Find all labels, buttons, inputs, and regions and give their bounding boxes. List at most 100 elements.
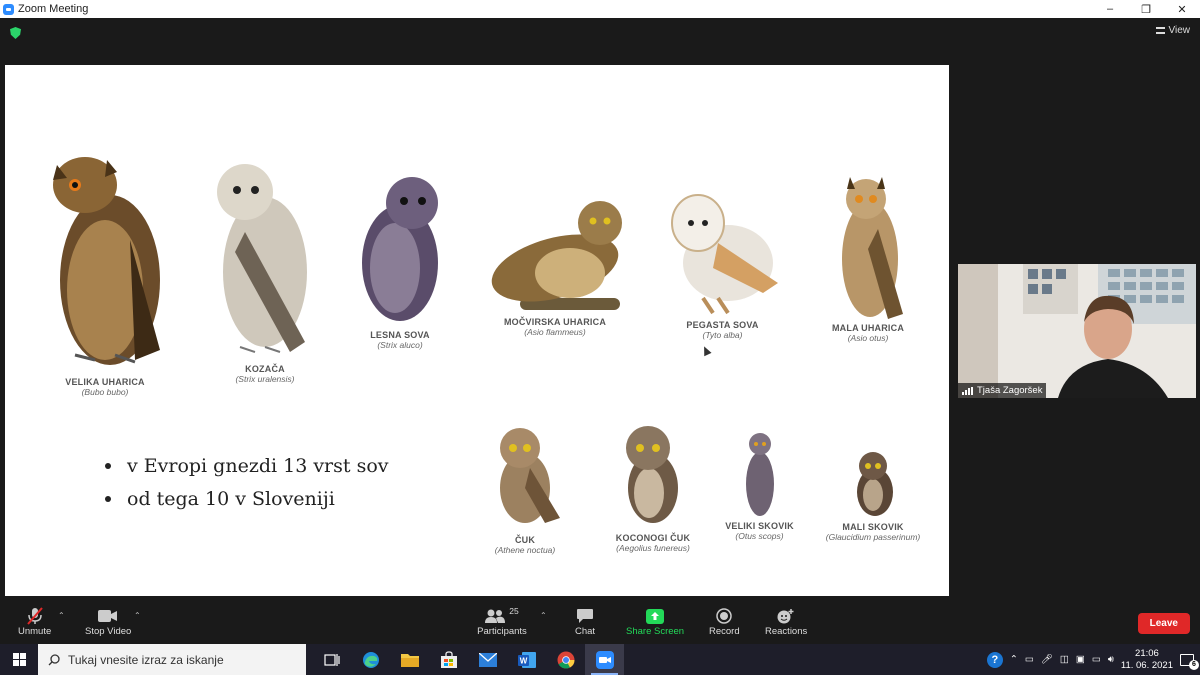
owl-name: MALI SKOVIK [842,522,904,532]
owl-latin-name: (Athene noctua) [494,545,556,555]
shared-slide: VELIKA UHARICA (Bubo bubo) KOZAČA (Strix… [5,65,949,596]
owl-name: MALA UHARICA [831,323,905,333]
owl-illustration [626,426,678,523]
owl-illustration [491,201,622,310]
owl-latin-name: (Aegolius funereus) [616,543,690,553]
chat-bubble-icon [574,606,596,626]
share-screen-label: Share Screen [626,626,685,637]
photos-tray-icon[interactable]: ▣ [1076,654,1085,665]
chat-button[interactable]: Chat [574,606,596,637]
owl-latin-name: (Tyto alba) [702,330,743,340]
participant-video-frame [958,264,1196,398]
stop-video-label: Stop Video [85,626,132,637]
owl-name: VELIKA UHARICA [65,377,145,387]
folder-icon [400,654,419,667]
help-icon[interactable]: ? [986,651,1003,668]
slide-bullet-list: v Evropi gnezdi 13 vrst sov od tega 10 v… [105,449,389,515]
chat-label: Chat [574,626,596,637]
taskbar-app-store[interactable] [429,644,468,675]
volume-icon[interactable]: 🔊︎ [1108,654,1114,665]
owl-card: KOCONOGI ČUK (Aegolius funereus) [603,423,703,553]
camera-tray-icon[interactable]: ◫ [1060,654,1069,665]
task-view-icon [323,653,340,666]
owl-latin-name: (Strix aluco) [377,340,423,350]
record-label: Record [709,626,740,637]
video-options-chevron-icon[interactable]: ⌃ [134,611,141,620]
owl-name: KOZAČA [245,364,285,374]
taskbar-app-chrome[interactable] [546,644,585,675]
notifications-icon[interactable]: 6 [1180,653,1199,670]
taskbar-pinned-apps: W [312,644,624,675]
zoom-app-icon [595,650,614,669]
edge-browser-icon [362,651,379,668]
owl-card: PEGASTA SOVA (Tyto alba) [660,193,785,340]
owl-illustration [362,177,438,321]
mouse-cursor-icon [700,344,712,357]
chrome-browser-icon [557,651,574,669]
owl-card: KOZAČA (Strix uralensis) [195,162,335,384]
meet-now-icon[interactable]: ▭ [1025,654,1034,665]
task-view-button[interactable] [312,644,351,675]
unmute-label: Unmute [18,626,52,637]
zoom-logo-icon [3,3,14,15]
owl-latin-name: (Bubo bubo) [81,387,129,397]
signal-strength-icon [962,386,973,395]
record-icon [713,606,735,626]
owl-card: MALA UHARICA (Asio otus) [813,169,923,343]
audio-options-chevron-icon[interactable]: ⌃ [58,611,65,620]
bullet-item: od tega 10 v Sloveniji [105,482,389,515]
mail-envelope-icon [478,652,497,667]
owl-latin-name: (Strix uralensis) [235,374,295,384]
participants-count: 25 [509,606,519,616]
owl-card: ČUK (Athene noctua) [475,423,575,555]
share-screen-icon [644,606,666,626]
restore-button[interactable]: ❐ [1128,0,1164,18]
taskbar-app-mail[interactable] [468,644,507,675]
owl-illustration [217,164,307,353]
stop-video-button[interactable]: Stop Video [85,606,131,637]
owl-illustration [857,452,893,516]
word-icon: W [517,651,536,668]
taskbar-app-file-explorer[interactable] [390,644,429,675]
participants-icon: 25 [477,606,527,626]
minimize-button[interactable]: – [1092,0,1128,18]
owl-card: LESNA SOVA (Strix aluco) [345,173,455,350]
owl-illustration [842,177,903,319]
clock-date: 11. 06. 2021 [1120,659,1173,671]
search-icon [48,653,60,665]
participant-name: Tjaša Zagoršek [977,385,1043,396]
owl-card: MOČVIRSKA UHARICA (Asio flammeus) [475,193,635,337]
close-button[interactable]: ✕ [1164,0,1200,18]
participants-options-chevron-icon[interactable]: ⌃ [540,611,547,620]
reactions-button[interactable]: Reactions [765,606,807,637]
start-button[interactable] [0,644,38,675]
taskbar-app-zoom[interactable] [585,644,624,675]
participant-video[interactable]: Tjaša Zagoršek [958,264,1196,398]
participants-label: Participants [477,626,527,637]
view-button[interactable]: View [1155,25,1190,36]
owl-latin-name: (Otus scops) [735,531,784,541]
taskbar-app-edge[interactable] [351,644,390,675]
video-camera-icon [97,606,119,626]
search-placeholder: Tukaj vnesite izraz za iskanje [68,652,224,667]
taskbar-clock[interactable]: 21:06 11. 06. 2021 [1121,648,1173,672]
meeting-stage: View VELIKA UHARICA (Bubo bubo) KOZAČA (… [0,18,1200,601]
participants-button[interactable]: 25 Participants [477,606,527,637]
notification-count: 6 [1189,659,1199,670]
owl-latin-name: (Glaucidium passerinum) [825,532,921,542]
muted-microphone-icon [24,606,46,626]
battery-icon[interactable]: ▭ [1092,654,1101,665]
owl-illustration [745,433,774,516]
mic-tray-icon[interactable]: 🎤︎ [1041,654,1053,665]
share-screen-button[interactable]: Share Screen [626,606,684,637]
record-button[interactable]: Record [709,606,740,637]
owl-card: VELIKA UHARICA (Bubo bubo) [25,150,185,397]
encryption-shield-icon[interactable] [10,27,21,39]
owl-illustration [500,428,560,523]
taskbar-app-word[interactable]: W [507,644,546,675]
leave-meeting-button[interactable]: Leave [1137,613,1190,634]
unmute-button[interactable]: Unmute [18,606,51,637]
show-hidden-icons-chevron-icon[interactable]: ⌃ [1010,654,1018,665]
taskbar-search-box[interactable]: Tukaj vnesite izraz za iskanje [38,644,306,675]
owl-latin-name: (Asio otus) [847,333,889,343]
